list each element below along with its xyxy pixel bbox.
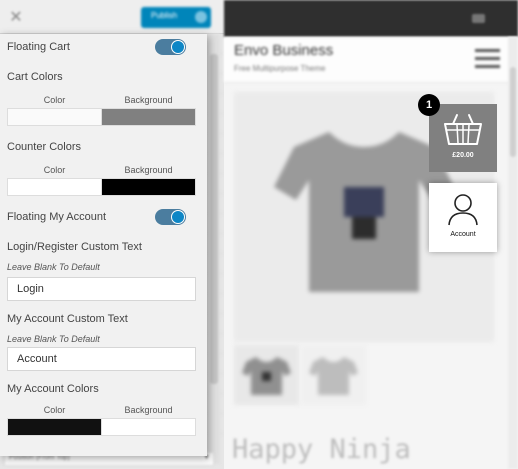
- cart-counter-badge: 1: [418, 94, 440, 116]
- counter-colors-label: Counter Colors: [7, 141, 81, 153]
- publish-label: Publish: [151, 11, 178, 20]
- floating-account-label: Floating My Account: [7, 211, 107, 223]
- account-background-title: Background: [124, 405, 173, 415]
- account-color-swatch[interactable]: [7, 418, 102, 436]
- user-icon: [448, 194, 478, 226]
- site-header: Envo Business Free Multipurpose Theme: [224, 37, 518, 83]
- keyboard-icon[interactable]: [472, 14, 485, 23]
- tshirt-icon: [242, 357, 291, 395]
- cart-background-swatch[interactable]: [101, 108, 196, 126]
- product-title: Happy Ninja: [232, 434, 411, 465]
- toggle-knob: [171, 40, 185, 54]
- sidebar-scrollbar-thumb[interactable]: [210, 54, 218, 384]
- floating-cart-label: Floating Cart: [7, 41, 70, 53]
- floating-cart[interactable]: £20.00: [429, 104, 497, 172]
- account-colors-label: My Account Colors: [7, 383, 99, 395]
- preview-scrollbar[interactable]: [508, 37, 518, 469]
- publish-button[interactable]: Publish: [141, 7, 211, 28]
- login-text-input[interactable]: Login: [7, 277, 196, 301]
- account-text-hint: Leave Blank To Default: [7, 334, 100, 344]
- cart-color-swatch[interactable]: [7, 108, 102, 126]
- product-thumbnail[interactable]: [301, 345, 366, 405]
- login-text-hint: Leave Blank To Default: [7, 262, 100, 272]
- account-text-label: My Account Custom Text: [7, 313, 128, 325]
- site-title[interactable]: Envo Business: [234, 42, 333, 59]
- login-text-label: Login/Register Custom Text: [7, 241, 142, 253]
- account-color-title: Color: [43, 405, 66, 415]
- cart-amount: £20.00: [452, 152, 474, 159]
- hamburger-menu-icon[interactable]: [475, 49, 500, 68]
- counter-color-swatch[interactable]: [7, 178, 102, 196]
- account-text-input[interactable]: Account: [7, 347, 196, 371]
- preview-top-bar: [224, 0, 518, 37]
- counter-color-title: Color: [43, 165, 66, 175]
- floating-account[interactable]: Account: [429, 183, 497, 252]
- gear-icon[interactable]: [195, 11, 207, 23]
- account-label: Account: [450, 231, 476, 238]
- toggle-knob: [171, 210, 185, 224]
- tshirt-icon: [309, 357, 358, 395]
- floating-cart-settings-panel: Floating Cart Cart Colors Color Backgrou…: [0, 34, 207, 456]
- cart-background-title: Background: [124, 95, 173, 105]
- floating-account-toggle[interactable]: [155, 209, 186, 225]
- floating-cart-toggle[interactable]: [155, 39, 186, 55]
- site-tagline: Free Multipurpose Theme: [234, 64, 326, 73]
- preview-scrollbar-thumb[interactable]: [510, 67, 516, 157]
- account-background-swatch[interactable]: [101, 418, 196, 436]
- close-icon[interactable]: ✕: [6, 8, 26, 28]
- sidebar-scrollbar[interactable]: [208, 34, 220, 464]
- counter-background-swatch[interactable]: [101, 178, 196, 196]
- customizer-header: ✕ Publish: [0, 0, 224, 34]
- cart-colors-label: Cart Colors: [7, 71, 63, 83]
- cart-color-title: Color: [43, 95, 66, 105]
- product-thumbnail[interactable]: [234, 345, 299, 405]
- basket-icon: [444, 114, 482, 145]
- counter-background-title: Background: [124, 165, 173, 175]
